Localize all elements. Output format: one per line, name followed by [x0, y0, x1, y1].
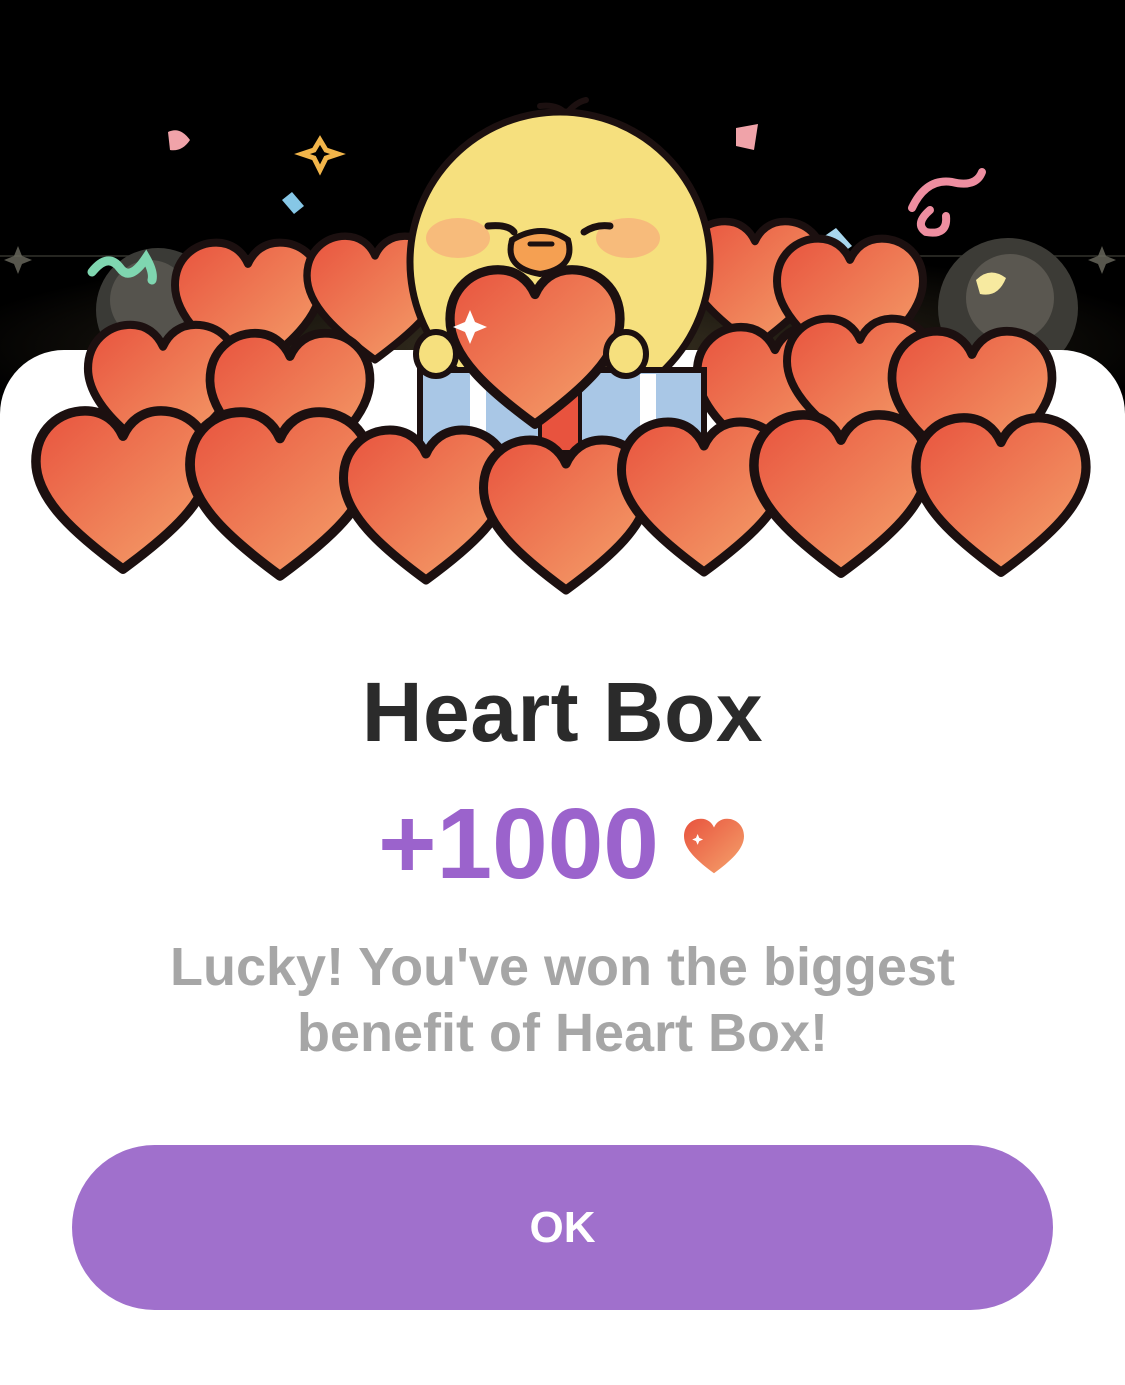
- heart-box-reward-screen: Heart Box +1000 Lucky! You've won the bi…: [0, 0, 1125, 1385]
- ok-button[interactable]: OK: [72, 1145, 1053, 1310]
- reward-row: +1000: [0, 792, 1125, 896]
- dialog-title: Heart Box: [361, 665, 764, 759]
- heart-icon: [683, 818, 744, 874]
- reward-amount: +1000: [378, 788, 659, 900]
- reward-message: Lucky! You've won the biggest benefit of…: [170, 937, 955, 1063]
- chick-heart-illustration: [0, 97, 1125, 620]
